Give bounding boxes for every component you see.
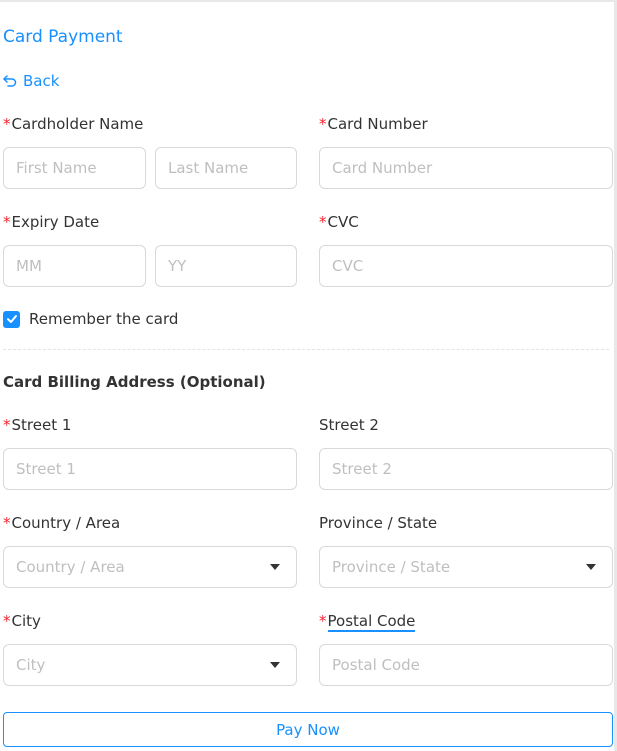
- country-select[interactable]: Country / Area: [3, 546, 297, 588]
- postal-code-input[interactable]: Postal Code: [319, 644, 613, 686]
- cardholder-name-label: *Cardholder Name: [3, 115, 144, 133]
- city-select[interactable]: City: [3, 644, 297, 686]
- last-name-input[interactable]: Last Name: [155, 147, 297, 189]
- required-mark: *: [3, 115, 11, 133]
- cvc-label: *CVC: [319, 213, 359, 231]
- province-label: Province / State: [319, 514, 438, 532]
- expiry-month-input[interactable]: MM: [3, 245, 146, 287]
- section-divider: [3, 349, 609, 350]
- street1-input[interactable]: Street 1: [3, 448, 297, 490]
- billing-section-title: Card Billing Address (Optional): [3, 373, 266, 391]
- dropdown-arrow-icon: [586, 564, 596, 570]
- expiry-date-label: *Expiry Date: [3, 213, 100, 231]
- expiry-year-input[interactable]: YY: [155, 245, 297, 287]
- street2-label: Street 2: [319, 416, 379, 434]
- card-number-label: *Card Number: [319, 115, 428, 133]
- remember-card-checkbox[interactable]: Remember the card: [3, 309, 178, 329]
- street2-input[interactable]: Street 2: [319, 448, 613, 490]
- pay-now-button[interactable]: Pay Now: [3, 712, 613, 747]
- first-name-input[interactable]: First Name: [3, 147, 146, 189]
- dropdown-arrow-icon: [270, 564, 280, 570]
- remember-card-label: Remember the card: [29, 310, 179, 328]
- province-select[interactable]: Province / State: [319, 546, 613, 588]
- card-number-input[interactable]: Card Number: [319, 147, 613, 189]
- back-label: Back: [23, 72, 60, 90]
- city-label: *City: [3, 612, 41, 630]
- street1-label: *Street 1: [3, 416, 72, 434]
- postal-code-label: *Postal Code: [319, 612, 416, 632]
- page-title: Card Payment: [3, 27, 123, 47]
- checkbox-checked-icon[interactable]: [3, 310, 20, 328]
- cvc-input[interactable]: CVC: [319, 245, 613, 287]
- back-arrow-icon: [3, 75, 17, 87]
- back-link[interactable]: Back: [3, 71, 59, 91]
- country-label: *Country / Area: [3, 514, 121, 532]
- dropdown-arrow-icon: [270, 662, 280, 668]
